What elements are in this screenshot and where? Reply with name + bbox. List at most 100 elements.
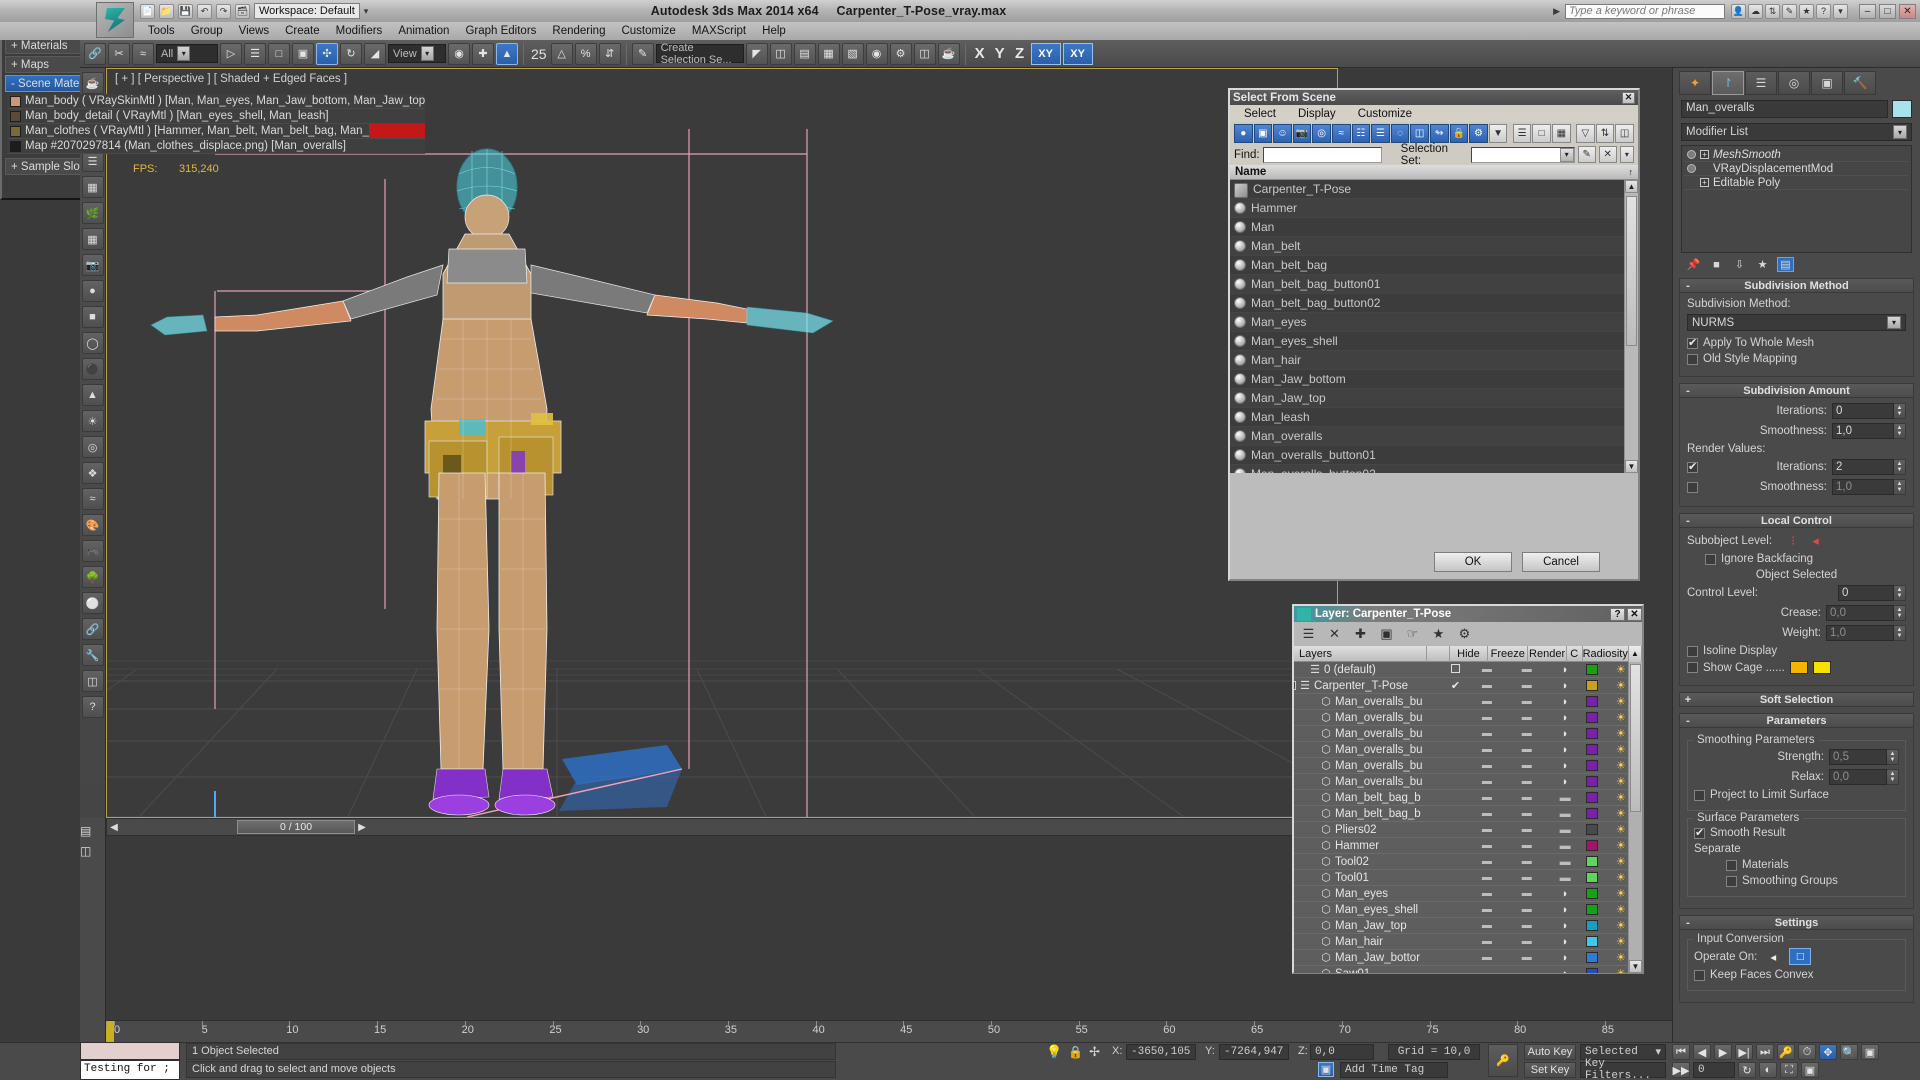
layer-color-cell[interactable] bbox=[1584, 712, 1600, 723]
layer-render-cell[interactable]: ◗ bbox=[1547, 760, 1584, 772]
scene-object-row[interactable]: Man_eyes_shell bbox=[1230, 332, 1638, 351]
layer-hide-cell[interactable]: ▬ bbox=[1467, 904, 1506, 915]
select-and-rotate-icon[interactable]: ↻ bbox=[340, 42, 362, 65]
layer-hide-cell[interactable]: ▬ bbox=[1467, 856, 1506, 867]
zoom-extents-icon[interactable]: ⛶ bbox=[1780, 1062, 1798, 1078]
layer-color-cell[interactable] bbox=[1584, 680, 1600, 691]
noise-icon[interactable]: ≈ bbox=[81, 488, 104, 510]
percent-snap-icon[interactable]: % bbox=[574, 42, 597, 65]
use-pivot-center-icon[interactable]: ◉ bbox=[448, 42, 470, 65]
layer-freeze-cell[interactable]: ▬ bbox=[1506, 840, 1547, 851]
scene-object-row[interactable]: Man_belt_bag_button02 bbox=[1230, 294, 1638, 313]
layer-hide-cell[interactable]: ▬ bbox=[1467, 696, 1506, 707]
smoothness-stepper[interactable]: ▲ ▼ bbox=[1894, 423, 1906, 439]
layer-freeze-cell[interactable]: ▬ bbox=[1506, 824, 1547, 835]
layer-render-cell[interactable]: ◗ bbox=[1547, 936, 1584, 948]
select-link-icon[interactable]: 🔗 bbox=[84, 42, 106, 65]
menu-item-views[interactable]: Views bbox=[231, 25, 277, 37]
menu-item-create[interactable]: Create bbox=[277, 25, 328, 37]
rollout-toggle-icon[interactable]: + bbox=[1680, 694, 1696, 706]
select-and-move-icon[interactable]: ✣ bbox=[316, 42, 338, 65]
collapse-all-icon[interactable]: □ bbox=[1532, 123, 1551, 143]
align-icon[interactable]: ◫ bbox=[769, 42, 792, 65]
leaf-icon[interactable]: 🌿 bbox=[81, 202, 104, 224]
layer-color-cell[interactable] bbox=[1584, 664, 1600, 675]
rollout-header-soft-selection[interactable]: + Soft Selection bbox=[1679, 692, 1914, 707]
layer-hide-cell[interactable]: ▬ bbox=[1467, 824, 1506, 835]
select-subtree-icon[interactable]: ↬ bbox=[1429, 123, 1449, 143]
iterations-stepper[interactable]: ▲ ▼ bbox=[1894, 403, 1906, 419]
filter-icon[interactable]: ▽ bbox=[1576, 123, 1595, 143]
ignore-backfacing-row[interactable]: Ignore Backfacing bbox=[1687, 553, 1906, 565]
layer-row[interactable]: ⬡ Man_overalls_bu ▬ ▬ ◗ ☀ bbox=[1294, 742, 1642, 758]
layer-freeze-cell[interactable]: ▬ bbox=[1506, 808, 1547, 819]
scroll-thumb[interactable] bbox=[1626, 196, 1637, 346]
expand-all-icon[interactable]: ☰ bbox=[1512, 123, 1532, 143]
layer-hide-cell[interactable]: ▬ bbox=[1467, 680, 1506, 691]
scroll-down-icon[interactable]: ▼ bbox=[1625, 460, 1638, 473]
key-mode-icon[interactable]: 🔑 bbox=[1488, 1044, 1518, 1077]
auto-key-button[interactable]: Auto Key bbox=[1524, 1044, 1576, 1060]
layer-dialog[interactable]: Layer: Carpenter_T-Pose ? ✕ ☰ ✕ ✚ ▣ ☞ ★ … bbox=[1292, 604, 1644, 974]
layer-color-cell[interactable] bbox=[1584, 856, 1600, 867]
time-tag-icon[interactable]: ▣ bbox=[1318, 1062, 1334, 1077]
remove-modifier-icon[interactable]: ★ bbox=[1754, 257, 1771, 272]
select-by-name-icon[interactable]: ☰ bbox=[244, 42, 266, 65]
menu-item-graph-editors[interactable]: Graph Editors bbox=[457, 25, 544, 37]
layer-color-cell[interactable] bbox=[1584, 824, 1600, 835]
layer-color-swatch[interactable] bbox=[1585, 888, 1598, 899]
menu-item-animation[interactable]: Animation bbox=[390, 25, 457, 37]
scene-object-row[interactable]: Man_belt_bag_button01 bbox=[1230, 275, 1638, 294]
expand-plus-icon[interactable]: + bbox=[1700, 178, 1709, 187]
layer-color-cell[interactable] bbox=[1584, 776, 1600, 787]
layer-hide-cell[interactable]: ▬ bbox=[1467, 840, 1506, 851]
menu-item-rendering[interactable]: Rendering bbox=[544, 25, 613, 37]
display-spacewarps-icon[interactable]: ≈ bbox=[1331, 123, 1351, 143]
project-limit-surface-checkbox[interactable] bbox=[1694, 789, 1705, 801]
layer-render-cell[interactable]: ◗ bbox=[1547, 904, 1584, 916]
next-frame-icon[interactable]: ▶| bbox=[1735, 1044, 1753, 1060]
bug-icon[interactable]: 🐜 bbox=[81, 540, 104, 562]
select-from-scene-titlebar[interactable]: Select From Scene ✕ bbox=[1230, 90, 1638, 105]
smoothness-spinner[interactable]: 1,0 ▲ ▼ bbox=[1832, 423, 1906, 439]
modify-tab[interactable]: ↾ bbox=[1712, 71, 1744, 95]
layer-freeze-cell[interactable]: ▬ bbox=[1506, 968, 1547, 973]
ignore-backfacing-checkbox[interactable] bbox=[1705, 553, 1716, 565]
maximize-viewport-icon[interactable]: ▣ bbox=[1861, 1044, 1879, 1060]
viewport-label[interactable]: [ + ] [ Perspective ] [ Shaded + Edged F… bbox=[115, 73, 347, 85]
selection-lock-icon[interactable]: 🔒 bbox=[1068, 1045, 1083, 1059]
undo-icon[interactable]: ↶ bbox=[197, 3, 212, 19]
layer-freeze-cell[interactable]: ▬ bbox=[1506, 856, 1547, 867]
spinner-snap-icon[interactable]: ⇵ bbox=[598, 42, 621, 65]
circle-icon[interactable]: ⚫ bbox=[81, 358, 104, 380]
axis-constraint-y[interactable]: Y bbox=[991, 45, 1009, 62]
render-iterations-stepper[interactable]: ▲ ▼ bbox=[1894, 459, 1906, 475]
layer-row[interactable]: ⬡Saw01▬▬◗☀ bbox=[1294, 966, 1642, 973]
menu-item-customize[interactable]: Customize bbox=[613, 25, 683, 37]
list-types-icon[interactable]: ▦ bbox=[1552, 123, 1571, 143]
scroll-thumb[interactable] bbox=[1630, 664, 1641, 812]
layer-row[interactable]: ⬡ Man_Jaw_bottor ▬ ▬ ◗ ☀ bbox=[1294, 950, 1642, 966]
layer-hide-cell[interactable]: ▬ bbox=[1467, 808, 1506, 819]
teapot-icon[interactable]: ☕ bbox=[81, 72, 104, 94]
modifier-stack[interactable]: + MeshSmooth + VRayDisplacementMod + Edi… bbox=[1681, 145, 1912, 253]
tree-icon[interactable]: 🌳 bbox=[81, 566, 104, 588]
layer-render-cell[interactable]: ▬ bbox=[1547, 856, 1584, 868]
perspective-viewport[interactable]: [ + ] [ Perspective ] [ Shaded + Edged F… bbox=[106, 68, 1338, 818]
rollout-toggle-icon[interactable]: - bbox=[1680, 385, 1696, 397]
layer-freeze-cell[interactable]: ▬ bbox=[1506, 920, 1547, 931]
time-slider-prev-icon[interactable]: ◀ bbox=[107, 822, 121, 833]
schematic-view-icon[interactable]: ▧ bbox=[841, 42, 864, 65]
mirror-icon[interactable]: ◤ bbox=[745, 42, 768, 65]
scene-material-row[interactable]: Man_clothes ( VRayMtl ) [Hammer, Man_bel… bbox=[7, 124, 425, 139]
database-icon[interactable]: ◫ bbox=[81, 670, 104, 692]
workspace-dropdown-icon[interactable]: ▾ bbox=[364, 6, 369, 17]
rollout-toggle-icon[interactable]: - bbox=[1680, 715, 1696, 727]
absolute-relative-mode-icon[interactable]: ✢ bbox=[1089, 1044, 1100, 1060]
rollout-toggle-icon[interactable]: - bbox=[1680, 515, 1696, 527]
cage-color-swatch-1[interactable] bbox=[1789, 661, 1808, 674]
maximize-button[interactable]: □ bbox=[1879, 3, 1896, 19]
layer-row[interactable]: ☰ 0 (default) ▬ ▬ ◗ ☀ bbox=[1294, 662, 1642, 678]
torus-icon[interactable]: ◎ bbox=[81, 436, 104, 458]
axis-constraint-xy-flyout[interactable]: XY bbox=[1062, 42, 1093, 65]
